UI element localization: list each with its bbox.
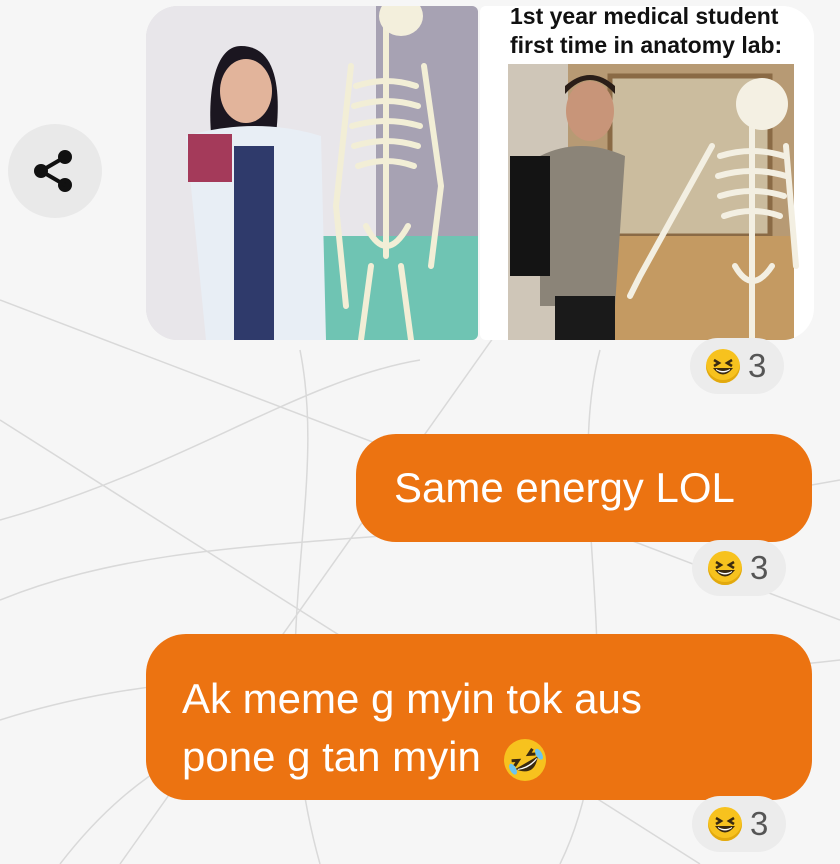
message-bubble[interactable]: Same energy LOL [356,434,812,542]
rolling-on-floor-laughing-icon [503,738,546,781]
message-reaction-badge[interactable]: 3 [692,796,787,852]
student-skeleton-illustration [146,6,478,340]
grinning-squinting-face-icon [708,807,742,841]
message-reaction-badge[interactable]: 3 [692,540,787,596]
photo-student-with-skeleton[interactable] [146,6,478,340]
meme-image[interactable]: 1st year medical student first time in a… [480,6,814,340]
reaction-count: 3 [750,805,769,842]
reaction-count: 3 [748,347,767,384]
meme-caption-line1: 1st year medical student [510,6,779,29]
share-button[interactable] [8,124,102,218]
grinning-squinting-face-icon [706,349,740,383]
message-bubble[interactable]: Ak meme g myin tok aus pone g tan myin [146,634,812,800]
share-icon [34,150,72,192]
reaction-count: 3 [750,549,769,586]
message-text-line2: pone g tan myin [182,733,481,780]
message-text: Same energy LOL [394,464,735,511]
meme-caption: 1st year medical student first time in a… [480,6,814,64]
image-reaction-badge[interactable]: 3 [690,338,785,394]
grinning-squinting-face-icon [708,551,742,585]
message-text-line1: Ak meme g myin tok aus [182,675,642,722]
meme-caption-line2: first time in anatomy lab: [510,32,783,58]
